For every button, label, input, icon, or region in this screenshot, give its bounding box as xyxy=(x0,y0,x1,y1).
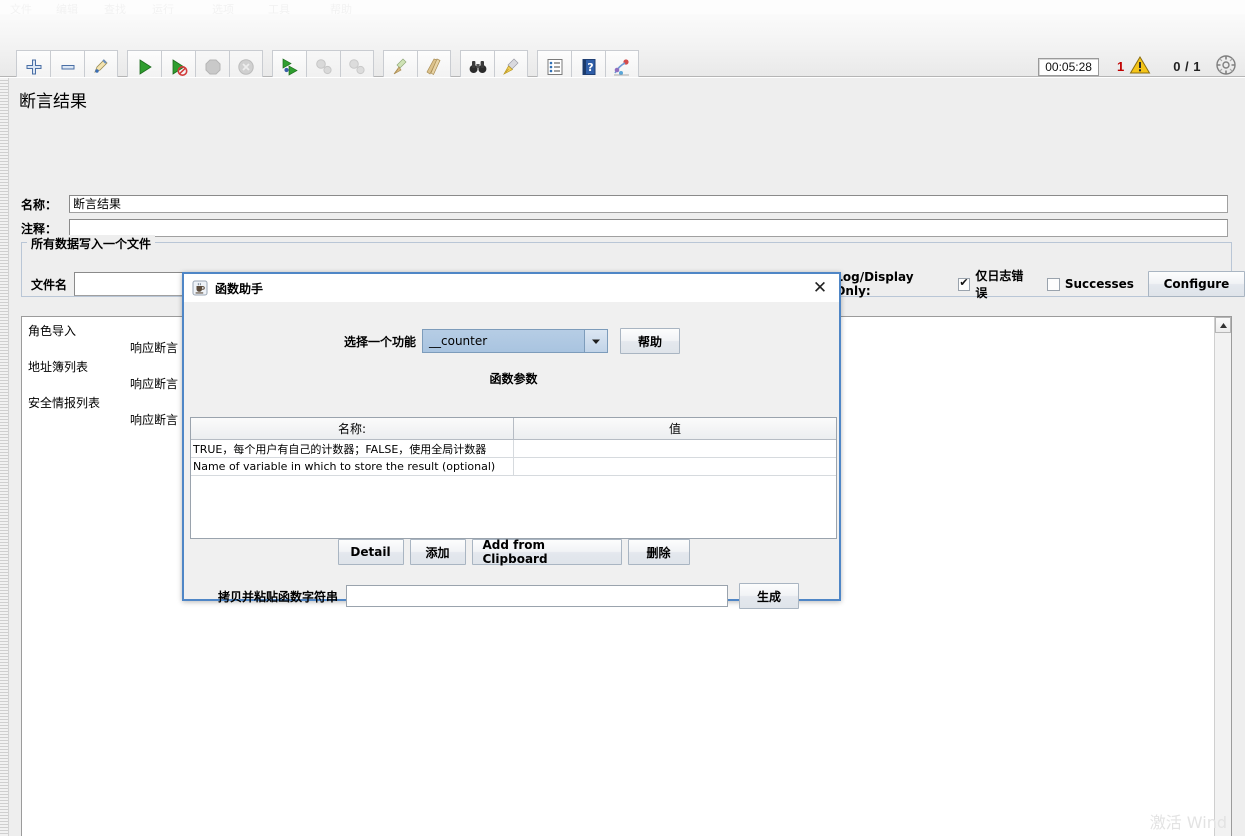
write-results-groupbox-title: 所有数据写入一个文件 xyxy=(27,235,156,252)
choose-function-label: 选择一个功能 xyxy=(344,334,417,349)
table-row[interactable]: TRUE，每个用户有自己的计数器；FALSE，使用全局计数器 xyxy=(191,439,836,458)
param-value-cell[interactable] xyxy=(513,439,836,458)
dialog-body: 选择一个功能 __counter 帮助 函数参数 名称: 值 TRUE，每个用户… xyxy=(184,302,839,609)
name-row: 名称： xyxy=(21,195,1232,213)
add-from-clipboard-button[interactable]: Add from Clipboard xyxy=(471,538,622,566)
function-select[interactable]: __counter xyxy=(422,329,609,353)
successes-checkbox-row[interactable]: Successes xyxy=(1046,277,1134,291)
status-area: 00:05:28 1 0 / 1 xyxy=(1038,54,1237,79)
java-cup-icon xyxy=(192,280,208,296)
broom-all-icon xyxy=(426,58,441,76)
param-value-cell[interactable] xyxy=(513,457,836,476)
function-params-table[interactable]: 名称: 值 TRUE，每个用户有自己的计数器；FALSE，使用全局计数器 Nam… xyxy=(190,417,837,539)
dialog-title: 函数助手 xyxy=(215,281,264,296)
successes-checkbox[interactable] xyxy=(1046,277,1060,291)
assertion-name: 响应断言 xyxy=(130,413,179,427)
function-params-label: 函数参数 xyxy=(489,372,538,386)
generate-row: 拷贝并粘贴函数字符串 生成 xyxy=(184,583,843,609)
name-input[interactable] xyxy=(69,195,1228,213)
results-scrollbar[interactable] xyxy=(1214,317,1231,836)
chevron-down-icon[interactable] xyxy=(584,330,608,352)
remote-shutdown-icon xyxy=(349,59,365,75)
generate-label: 拷贝并粘贴函数字符串 xyxy=(218,589,339,604)
active-threads-count: 0 / 1 xyxy=(1173,59,1201,74)
toolbar: ? 00:05:28 1 0 / 1 xyxy=(0,14,1245,84)
close-icon[interactable]: ✕ xyxy=(805,277,835,299)
list-item[interactable]: 安全情报列表 xyxy=(28,394,100,411)
name-label: 名称： xyxy=(21,197,58,212)
generated-function-input[interactable] xyxy=(346,585,729,607)
param-name-cell[interactable]: TRUE，每个用户有自己的计数器；FALSE，使用全局计数器 xyxy=(191,439,514,458)
list-icon xyxy=(547,59,562,75)
dialog-button-row: Detail 添加 Add from Clipboard 删除 xyxy=(184,538,843,566)
plus-icon xyxy=(26,59,41,75)
filename-label: 文件名 xyxy=(31,277,68,292)
table-row[interactable]: Name of variable in which to store the r… xyxy=(191,457,836,476)
table-header-row: 名称: 值 xyxy=(191,418,836,440)
pencil-edit-icon xyxy=(94,59,108,73)
comment-input[interactable] xyxy=(69,219,1228,237)
param-name-cell[interactable]: Name of variable in which to store the r… xyxy=(191,457,514,476)
log-display-only-label: Log/Display Only: xyxy=(835,270,914,298)
add-button[interactable]: 添加 xyxy=(409,539,466,565)
help-button[interactable]: 帮助 xyxy=(620,328,681,354)
dialog-title-bar[interactable]: 函数助手 ✕ xyxy=(184,274,839,303)
delete-button[interactable]: 删除 xyxy=(627,539,690,565)
function-select-value: __counter xyxy=(429,334,488,348)
svg-text:?: ? xyxy=(587,61,593,74)
detail-button[interactable]: Detail xyxy=(337,539,404,565)
column-header-name[interactable]: 名称: xyxy=(191,418,514,440)
configure-button[interactable]: Configure xyxy=(1147,271,1245,297)
function-helper-icon xyxy=(614,59,629,76)
minus-icon xyxy=(61,65,74,70)
assertion-name: 响应断言 xyxy=(130,341,179,355)
scroll-up-icon[interactable] xyxy=(1215,317,1231,333)
warning-count: 1 xyxy=(1116,59,1125,74)
errors-only-checkbox-row[interactable]: 仅日志错误 xyxy=(957,267,1033,301)
column-header-value[interactable]: 值 xyxy=(513,418,836,440)
successes-label: Successes xyxy=(1064,277,1134,291)
remote-stop-icon xyxy=(315,59,332,75)
play-no-pauses-icon xyxy=(172,59,187,76)
binoculars-icon xyxy=(469,61,486,73)
comment-label: 注释： xyxy=(21,221,58,236)
list-item[interactable]: 角色导入 xyxy=(28,322,76,339)
elapsed-timer: 00:05:28 xyxy=(1038,57,1099,76)
shutdown-icon xyxy=(238,59,254,75)
function-select-row: 选择一个功能 __counter 帮助 xyxy=(184,328,843,354)
warning-triangle-icon[interactable] xyxy=(1129,55,1151,78)
remote-start-icon xyxy=(282,58,298,76)
function-helper-dialog: 函数助手 ✕ 选择一个功能 __counter 帮助 函数参数 名称: 值 TR… xyxy=(182,272,841,609)
errors-only-label: 仅日志错误 xyxy=(975,269,1024,300)
left-gutter xyxy=(0,78,9,836)
comment-row: 注释： xyxy=(21,219,1232,237)
play-icon xyxy=(139,59,152,75)
stop-icon xyxy=(205,59,220,75)
list-item[interactable]: 地址簿列表 xyxy=(28,358,88,375)
jmeter-window: 文件 编辑 查找 运行 选项 工具 帮助 ? 00:05:28 1 0 / 1 … xyxy=(0,0,1245,836)
errors-only-checkbox[interactable] xyxy=(957,277,971,291)
generate-button[interactable]: 生成 xyxy=(739,583,800,609)
broom-single-icon xyxy=(393,58,406,75)
menu-bar[interactable]: 文件 编辑 查找 运行 选项 工具 帮助 xyxy=(0,0,1245,16)
page-title: 断言结果 xyxy=(19,92,87,112)
assertion-name: 响应断言 xyxy=(130,377,179,391)
help-book-icon: ? xyxy=(582,59,595,75)
grid-gear-icon[interactable] xyxy=(1215,54,1237,79)
brush-icon xyxy=(503,58,519,75)
